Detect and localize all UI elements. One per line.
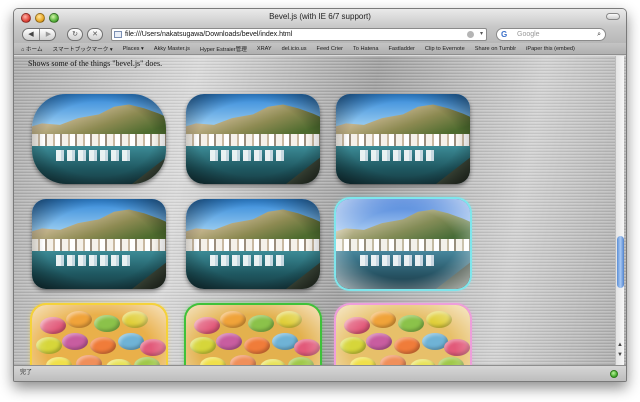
bevel-image-harbor-cyan-glow [336,199,470,289]
stop-icon[interactable]: ✕ [87,28,103,41]
scroll-up-arrow-icon[interactable]: ▲ [617,342,623,348]
bevel-image-harbor-rounded-1 [32,94,166,184]
bookmark-ipaper-this[interactable]: iPaper this (embed) [526,46,575,52]
bookmark-to-hatena[interactable]: To Hatena [353,46,379,52]
bookmark-home[interactable]: ⌂ ホーム [21,45,43,53]
chevron-down-icon[interactable]: ▾ [480,29,483,40]
clear-url-icon[interactable] [467,31,474,38]
page-caption: Shows some of the things "bevel.js" does… [28,59,163,68]
toolbar-toggle-button[interactable] [606,13,620,20]
status-ok-icon [610,370,618,378]
file-icon [114,31,122,38]
bevel-image-harbor-rounded-2 [186,94,320,184]
bevel-image-candies-yellow-glow [32,305,166,366]
address-bar[interactable]: file:///Users/nakatsugawa/Downloads/beve… [111,28,487,41]
bookmark-feed-crier[interactable]: Feed Crier [317,46,343,52]
page-content: Shows some of the things "bevel.js" does… [14,56,626,366]
url-text: file:///Users/nakatsugawa/Downloads/beve… [125,31,293,38]
vertical-scrollbar[interactable]: ▲ ▼ [615,56,624,366]
bookmark-hyper-estraier[interactable]: Hyper Estraier管理 [200,45,247,53]
bookmark-akky-master[interactable]: Akky Master.js [154,46,190,52]
bookmark-smart-bookmarks[interactable]: スマートブックマーク ▾ [53,45,113,53]
title-bar: Bevel.js (with IE 6/7 support) [14,9,626,26]
bookmark-share-on-tumblr[interactable]: Share on Tumblr [475,46,516,52]
search-field[interactable]: G Google ⌕ [496,28,606,41]
scroll-down-arrow-icon[interactable]: ▼ [617,352,623,358]
search-placeholder: Google [517,31,540,38]
back-arrow-icon[interactable]: ◀ [23,29,40,40]
bookmark-places[interactable]: Places ▾ [123,46,144,52]
bevel-image-harbor-shadow-1 [32,199,166,289]
bookmark-delicious[interactable]: del.icio.us [282,46,307,52]
scrollbar-thumb[interactable] [617,236,624,288]
bevel-image-harbor-rounded-3 [336,94,470,184]
bevel-image-candies-green-glow [186,305,320,366]
reload-icon[interactable]: ↻ [67,28,83,41]
back-forward-control: ◀ ▶ [22,28,56,41]
status-text: 完了 [20,370,33,376]
bevel-image-harbor-shadow-2 [186,199,320,289]
forward-arrow-icon[interactable]: ▶ [40,29,55,40]
browser-window: Bevel.js (with IE 6/7 support) ◀ ▶ ↻ ✕ f… [13,8,627,382]
search-icon[interactable]: ⌕ [597,29,601,40]
google-search-engine-icon[interactable]: G [501,30,507,39]
bookmark-fastladder[interactable]: Fastladder [388,46,414,52]
status-bar: 完了 [14,365,626,381]
bookmarks-toolbar: ⌂ ホーム スマートブックマーク ▾ Places ▾ Akky Master.… [14,43,626,55]
bevel-image-candies-pink-glow [336,305,470,366]
bookmark-clip-to-evernote[interactable]: Clip to Evernote [425,46,465,52]
window-title: Bevel.js (with IE 6/7 support) [269,12,371,21]
bookmark-xray[interactable]: XRAY [257,46,272,52]
navigation-toolbar: ◀ ▶ ↻ ✕ file:///Users/nakatsugawa/Downlo… [14,26,626,43]
